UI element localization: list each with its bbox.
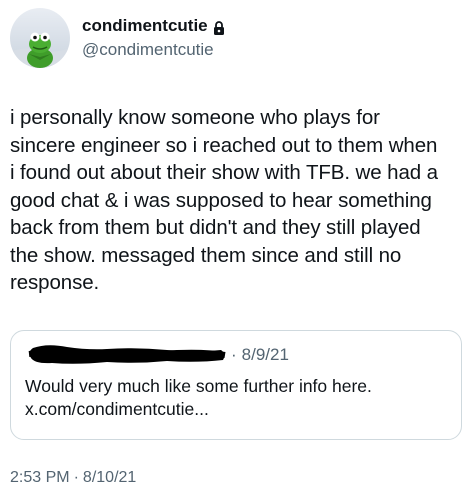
redacted-author-mark — [27, 344, 227, 366]
tweet-card: condimentcutie @condimentcutie i persona… — [0, 0, 475, 500]
tweet-header: condimentcutie @condimentcutie — [10, 8, 225, 68]
tweet-timestamp[interactable]: 2:53 PM · 8/10/21 — [10, 469, 136, 487]
quote-date-separator: · — [231, 345, 237, 364]
author-name-row[interactable]: condimentcutie — [82, 15, 225, 37]
quoted-tweet-date[interactable]: 8/9/21 — [242, 345, 289, 365]
author-handle[interactable]: @condimentcutie — [82, 39, 225, 61]
tweet-date: 8/10/21 — [82, 469, 137, 486]
tweet-text: i personally know someone who plays for … — [10, 106, 438, 294]
display-name[interactable]: condimentcutie — [82, 15, 208, 37]
quoted-tweet-header: · 8/9/21 — [25, 341, 447, 369]
timestamp-separator: · — [73, 469, 79, 486]
quoted-tweet-link[interactable]: x.com/condimentcutie... — [25, 398, 447, 421]
quoted-tweet-card[interactable]: · 8/9/21 Would very much like some furth… — [10, 330, 462, 440]
author-names: condimentcutie @condimentcutie — [82, 15, 225, 61]
quoted-tweet-text: Would very much like some further info h… — [25, 376, 372, 396]
lock-icon — [213, 19, 225, 35]
kermit-avatar-icon[interactable] — [10, 8, 70, 68]
tweet-time: 2:53 PM — [10, 469, 70, 486]
